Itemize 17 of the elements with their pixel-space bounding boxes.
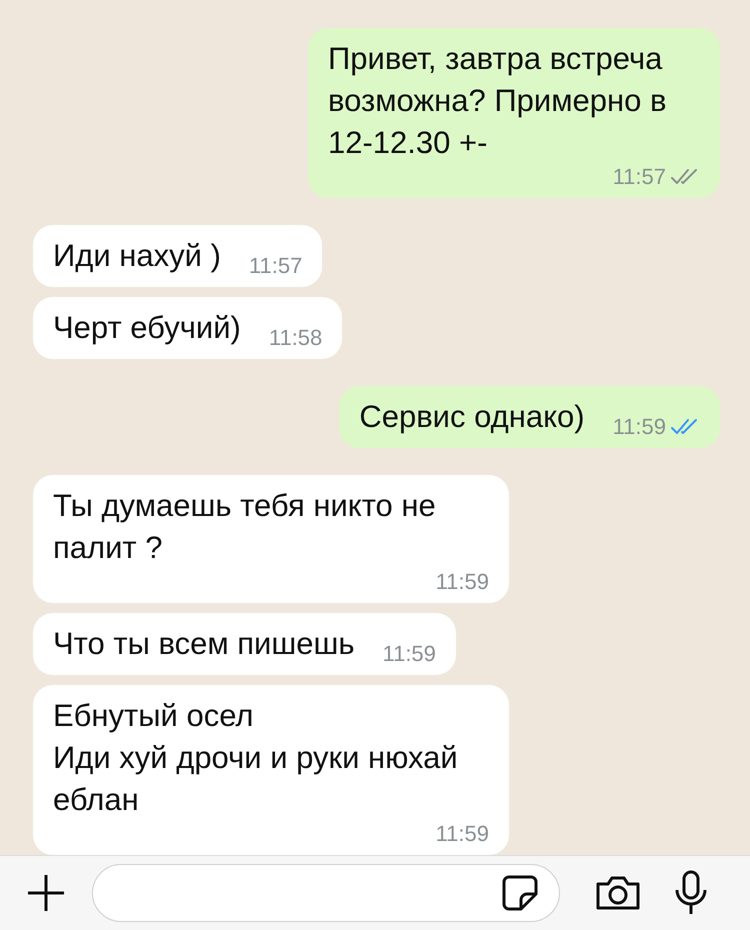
message-text: Ты думаешь тебя никто не палит ? — [53, 487, 437, 567]
message-time: 11:59 — [436, 569, 489, 595]
message-time: 11:59 — [436, 821, 489, 847]
microphone-icon[interactable] — [674, 870, 708, 916]
sticker-icon[interactable] — [501, 874, 539, 912]
message-time: 11:59 — [382, 641, 436, 667]
message-text: Сервис однако) — [359, 398, 585, 436]
message-text: Что ты всем пишешь — [53, 625, 354, 663]
message-time: 11:59 — [612, 414, 666, 440]
message-time: 11:57 — [612, 164, 666, 190]
message-time: 11:57 — [248, 253, 302, 279]
message-text: Привет, завтра встреча возможна? Примерно в 12-12.30 +- — [328, 40, 668, 162]
message-text: Ебнутый осел Иди хуй дрочи и руки нюхай еблан — [53, 697, 459, 819]
message-text: Иди нахуй ) — [53, 237, 221, 275]
message-text: Черт ебучий) — [53, 309, 241, 347]
camera-icon[interactable] — [594, 874, 642, 912]
message-time: 11:58 — [268, 325, 322, 351]
